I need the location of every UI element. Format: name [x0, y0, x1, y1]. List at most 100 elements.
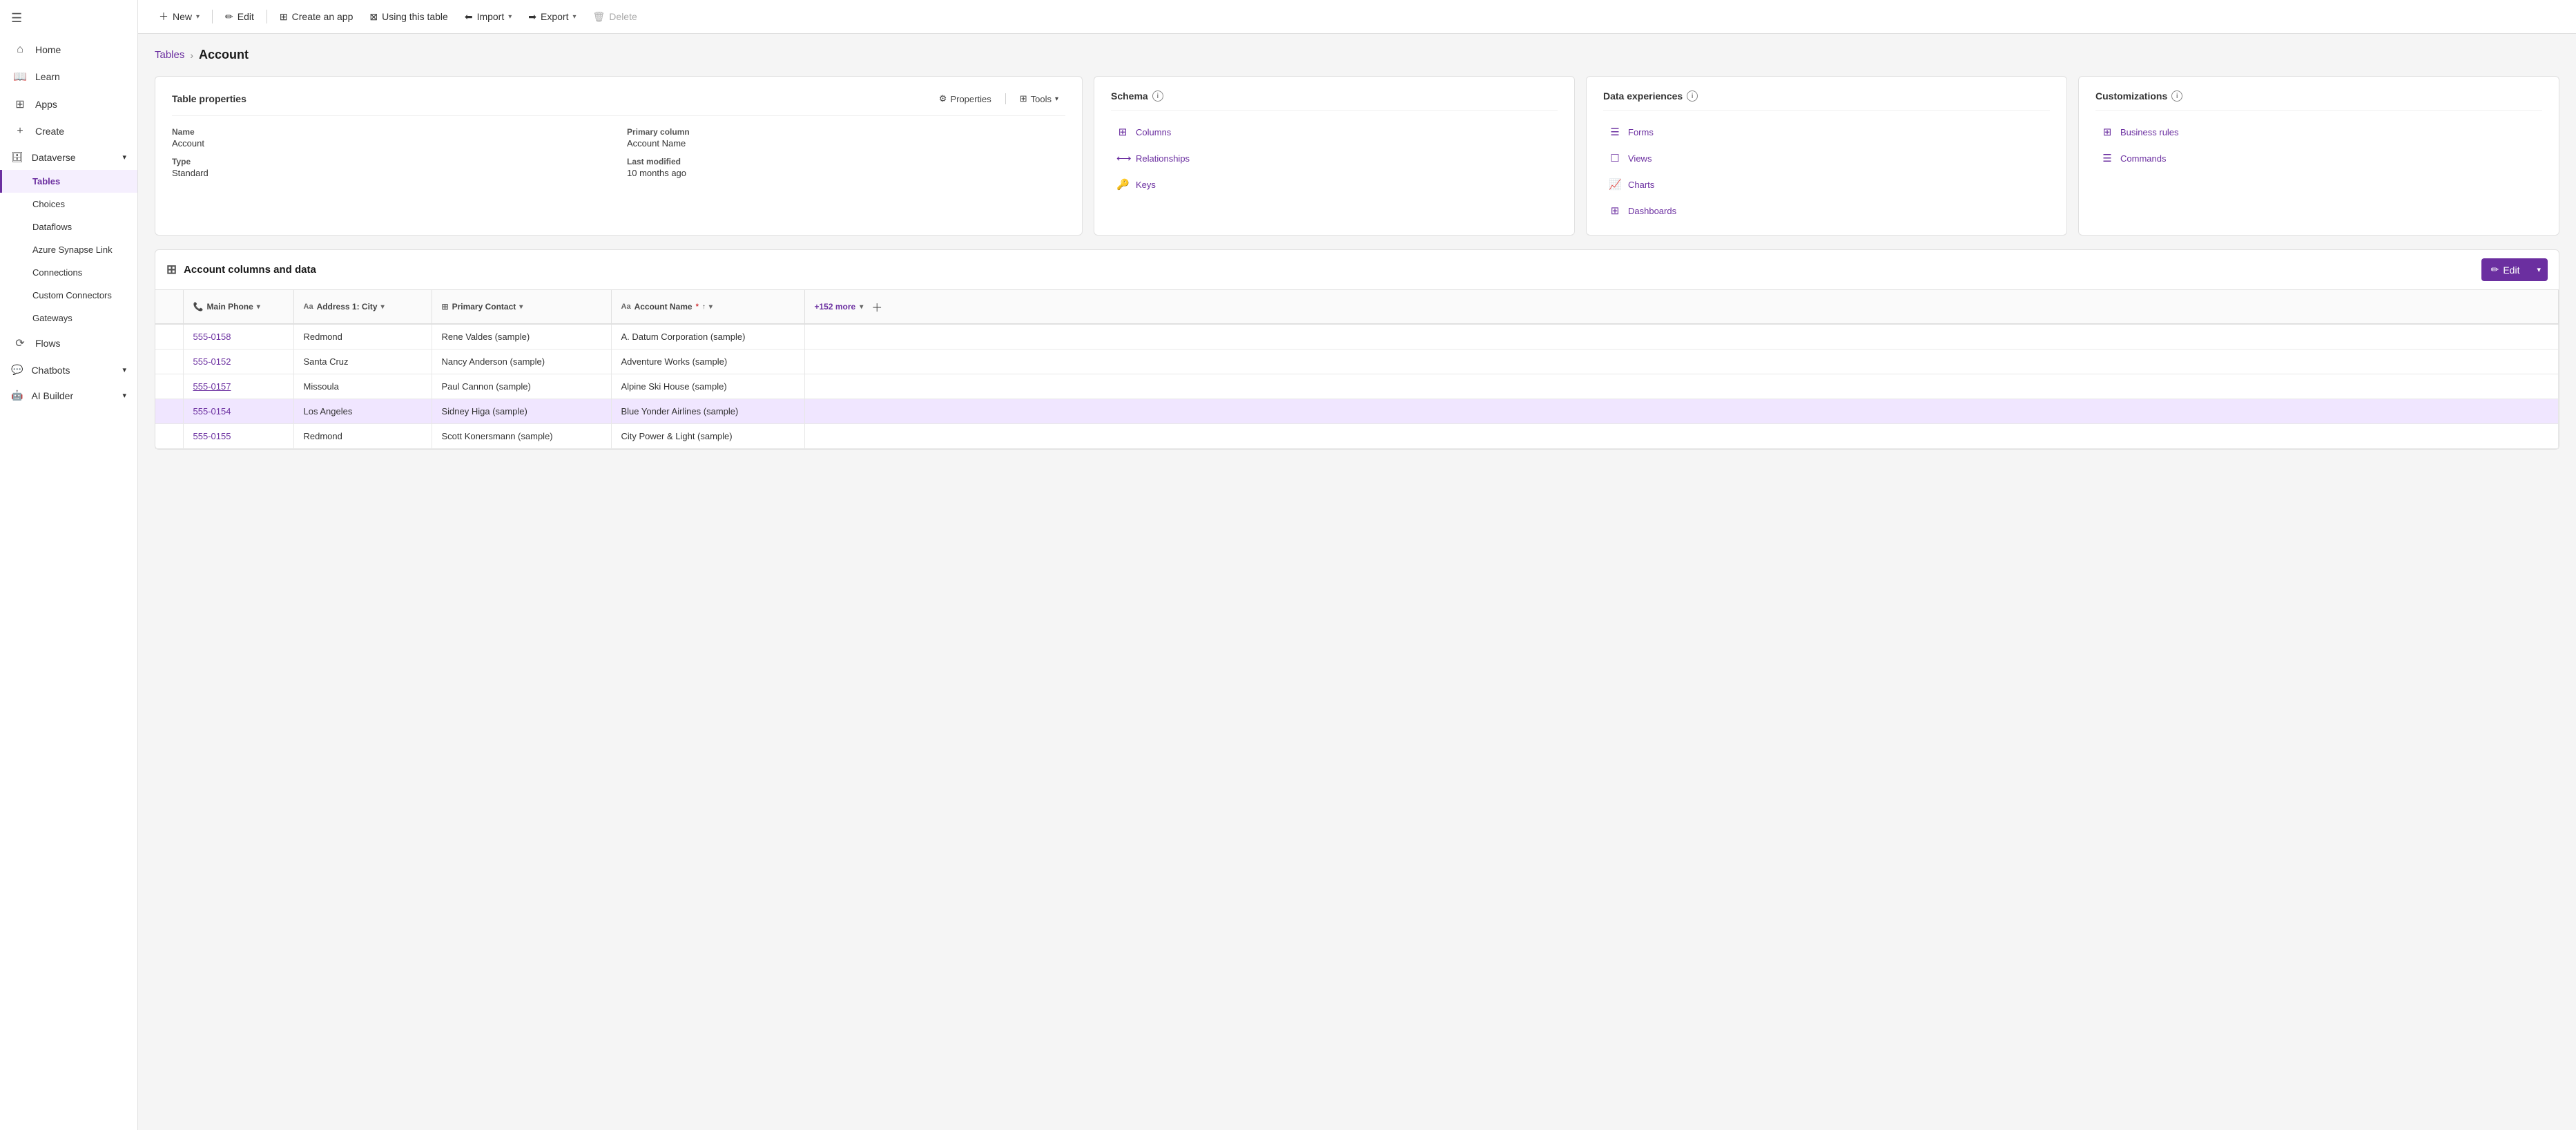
sidebar-section-chatbots-header[interactable]: 💬 Chatbots ▾: [0, 357, 137, 383]
commands-link[interactable]: ☰ Commands: [2095, 148, 2542, 169]
relationships-link[interactable]: ⟷ Relationships: [1111, 148, 1558, 169]
breadcrumb: Tables › Account: [155, 48, 2559, 62]
sidebar-sub-item-choices[interactable]: Choices: [0, 193, 137, 216]
row-more: [804, 399, 2559, 424]
tools-button[interactable]: ⊞ Tools ▾: [1013, 90, 1065, 107]
business-rules-label: Business rules: [2120, 127, 2179, 137]
export-chevron-icon: ▾: [572, 13, 576, 21]
new-button-label: New: [173, 11, 192, 22]
sidebar-sub-item-custom-connectors[interactable]: Custom Connectors: [0, 284, 137, 307]
breadcrumb-current: Account: [199, 48, 249, 62]
keys-label: Keys: [1136, 180, 1156, 190]
th-more-columns[interactable]: +152 more ▾ ＋: [804, 290, 2559, 324]
row-account: Blue Yonder Airlines (sample): [611, 399, 804, 424]
columns-link[interactable]: ⊞ Columns: [1111, 122, 1558, 142]
sidebar-sub-item-connections[interactable]: Connections: [0, 261, 137, 284]
row-phone[interactable]: 555-0158: [183, 324, 293, 349]
primary-column-value: Account Name: [627, 138, 1065, 149]
sidebar-item-apps[interactable]: ⊞ Apps: [0, 90, 137, 118]
export-icon: ➡: [528, 11, 536, 23]
th-main-phone-label: Main Phone: [206, 302, 253, 312]
properties-button-label: Properties: [950, 94, 991, 104]
sidebar-section-dataverse-header[interactable]: 🗄 Dataverse ▾: [0, 144, 137, 170]
row-phone[interactable]: 555-0157: [183, 374, 293, 399]
table-edit-main[interactable]: ✏ Edit: [2481, 258, 2530, 281]
data-experiences-title: Data experiences i: [1603, 90, 1698, 102]
table-edit-chevron-icon: ▾: [2537, 265, 2541, 274]
th-account-name[interactable]: Aa Account Name * ↑ ▾: [611, 290, 804, 324]
sidebar-item-learn[interactable]: 📖 Learn: [0, 63, 137, 90]
edit-button[interactable]: ✏ Edit: [218, 7, 261, 27]
keys-link[interactable]: 🔑 Keys: [1111, 174, 1558, 195]
sidebar-sub-item-dataflows-label: Dataflows: [32, 222, 72, 232]
import-button[interactable]: ⬅ Import ▾: [458, 7, 519, 27]
account-sort-icon: ↑: [702, 303, 706, 311]
using-this-table-button[interactable]: ⊠ Using this table: [362, 7, 454, 27]
breadcrumb-tables-link[interactable]: Tables: [155, 49, 184, 61]
dataverse-icon: 🗄: [11, 151, 23, 163]
charts-link[interactable]: 📈 Charts: [1603, 174, 2050, 195]
th-primary-contact[interactable]: ⊞ Primary Contact ▾: [432, 290, 611, 324]
row-phone[interactable]: 555-0154: [183, 399, 293, 424]
relationships-icon: ⟷: [1116, 152, 1129, 164]
create-app-button[interactable]: ⊞ Create an app: [273, 7, 360, 27]
table-edit-button[interactable]: ✏ Edit ▾: [2481, 258, 2548, 281]
name-property: Name Account: [172, 127, 610, 149]
edit-pencil-icon: ✏: [225, 11, 233, 23]
ai-builder-icon: 🤖: [11, 390, 23, 401]
row-account: City Power & Light (sample): [611, 424, 804, 449]
contact-col-icon: ⊞: [442, 302, 449, 312]
data-experiences-card: Data experiences i ☰ Forms ☐ Views 📈: [1586, 76, 2067, 236]
sidebar-ai-builder-label: AI Builder: [31, 390, 73, 401]
sidebar-sub-item-azure-synapse[interactable]: Azure Synapse Link: [0, 238, 137, 261]
row-contact: Paul Cannon (sample): [432, 374, 611, 399]
create-icon: +: [13, 125, 27, 137]
commands-icon: ☰: [2101, 152, 2113, 164]
sidebar-sub-item-gateways[interactable]: Gateways: [0, 307, 137, 329]
th-main-phone[interactable]: 📞 Main Phone ▾: [183, 290, 293, 324]
sidebar-item-home[interactable]: ⌂ Home: [0, 37, 137, 63]
edit-button-label: Edit: [238, 11, 254, 22]
sidebar-sub-item-tables[interactable]: Tables: [0, 170, 137, 193]
info-cards: Table properties ⚙ Properties ⊞ Tools ▾: [155, 76, 2559, 236]
row-phone[interactable]: 555-0155: [183, 424, 293, 449]
business-rules-link[interactable]: ⊞ Business rules: [2095, 122, 2542, 142]
row-city: Santa Cruz: [293, 349, 432, 374]
hamburger-icon[interactable]: ☰: [0, 0, 137, 37]
row-city: Redmond: [293, 324, 432, 349]
learn-icon: 📖: [13, 70, 27, 84]
customizations-card: Customizations i ⊞ Business rules ☰ Comm…: [2078, 76, 2559, 236]
sidebar-item-home-label: Home: [35, 44, 61, 55]
sidebar-item-flows[interactable]: ⟳ Flows: [0, 329, 137, 357]
table-body: 555-0158RedmondRene Valdes (sample)A. Da…: [155, 324, 2559, 449]
city-col-icon: Aa: [304, 303, 313, 311]
new-button[interactable]: ＋ New ▾: [152, 6, 206, 28]
sidebar-section-ai-builder-header[interactable]: 🤖 AI Builder ▾: [0, 383, 137, 408]
th-primary-contact-label: Primary Contact: [452, 302, 516, 312]
delete-button[interactable]: 🗑 Delete: [586, 7, 644, 27]
forms-link[interactable]: ☰ Forms: [1603, 122, 2050, 142]
import-chevron-icon: ▾: [508, 13, 512, 21]
row-more: [804, 424, 2559, 449]
sidebar-item-create[interactable]: + Create: [0, 118, 137, 144]
delete-button-label: Delete: [609, 11, 637, 22]
table-edit-chevron[interactable]: ▾: [2530, 260, 2548, 280]
import-button-label: Import: [477, 11, 505, 22]
table-properties-actions: ⚙ Properties ⊞ Tools ▾: [932, 90, 1065, 107]
export-button[interactable]: ➡ Export ▾: [521, 7, 583, 27]
table-row: 555-0152Santa CruzNancy Anderson (sample…: [155, 349, 2559, 374]
dashboards-link[interactable]: ⊞ Dashboards: [1603, 200, 2050, 221]
add-column-button[interactable]: ＋: [867, 297, 887, 316]
th-address-city[interactable]: Aa Address 1: City ▾: [293, 290, 432, 324]
views-link[interactable]: ☐ Views: [1603, 148, 2050, 169]
sidebar-sub-item-dataflows[interactable]: Dataflows: [0, 216, 137, 238]
properties-button[interactable]: ⚙ Properties: [932, 90, 998, 107]
table-properties-title: Table properties: [172, 93, 246, 104]
type-label: Type: [172, 157, 610, 166]
tools-button-label: Tools: [1031, 94, 1052, 104]
schema-header: Schema i: [1111, 90, 1558, 111]
data-experiences-header: Data experiences i: [1603, 90, 2050, 111]
row-phone[interactable]: 555-0152: [183, 349, 293, 374]
charts-label: Charts: [1628, 180, 1654, 190]
breadcrumb-separator: ›: [190, 50, 193, 61]
